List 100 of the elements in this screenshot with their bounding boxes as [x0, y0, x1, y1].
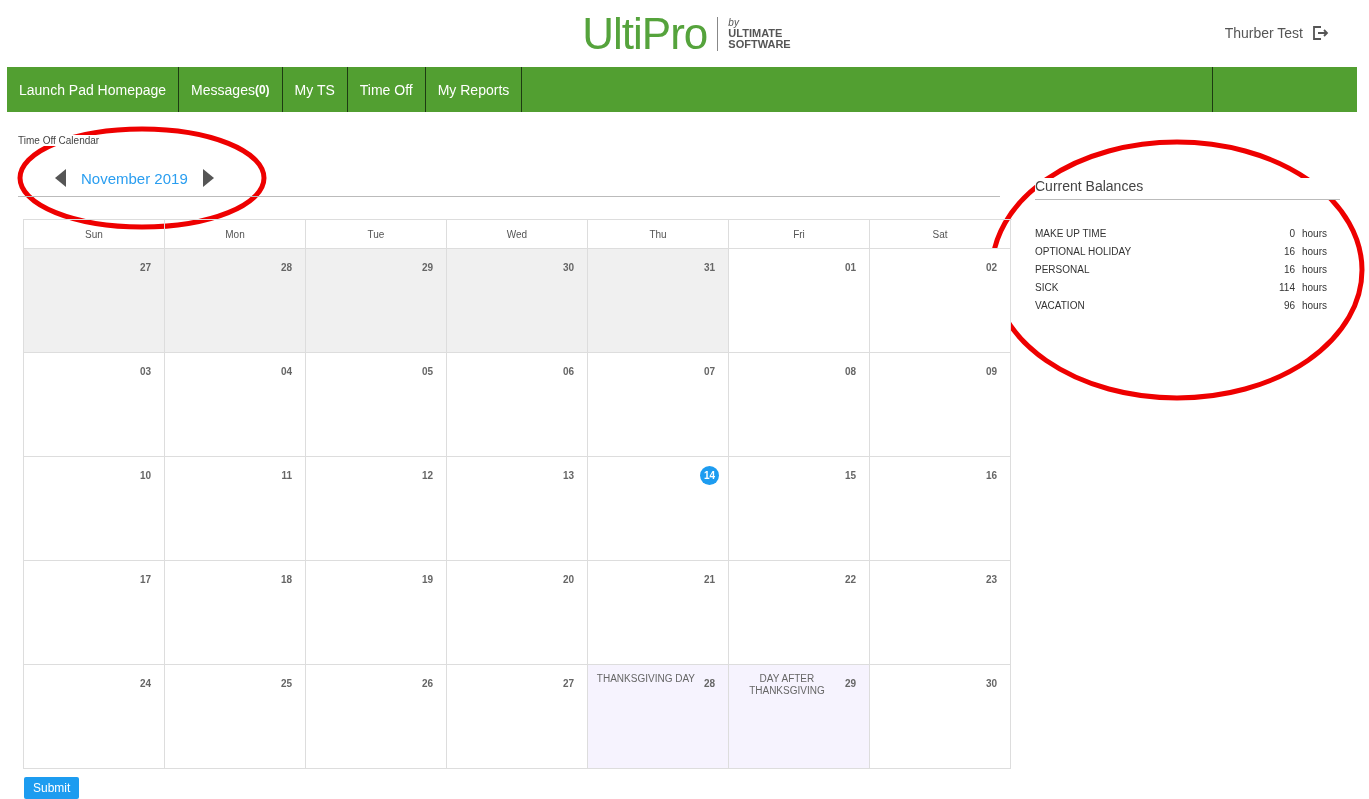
day-cell[interactable]: 03: [24, 353, 165, 457]
day-cell[interactable]: 27: [447, 665, 588, 769]
day-cell[interactable]: 10: [24, 457, 165, 561]
day-number: 11: [281, 470, 292, 482]
day-cell[interactable]: 11: [165, 457, 306, 561]
day-number: 30: [562, 262, 574, 274]
day-number: 17: [139, 574, 151, 586]
nav-link[interactable]: My Reports: [425, 67, 523, 112]
day-number: 02: [985, 262, 997, 274]
nav-link[interactable]: Messages(0): [179, 67, 283, 112]
day-cell[interactable]: 16: [870, 457, 1011, 561]
day-cell[interactable]: 15: [729, 457, 870, 561]
balance-unit: hours: [1302, 299, 1328, 311]
day-number: 19: [421, 574, 433, 586]
day-number: 28: [703, 678, 715, 690]
day-cell[interactable]: 31: [588, 249, 729, 353]
balance-unit: hours: [1302, 263, 1328, 275]
day-cell[interactable]: 14: [588, 457, 729, 561]
day-cell[interactable]: 04: [165, 353, 306, 457]
day-number: 13: [562, 470, 574, 482]
day-number: 16: [985, 470, 997, 482]
next-month-icon[interactable]: [201, 169, 214, 187]
page-title: Time Off Calendar: [18, 135, 100, 146]
day-number: 04: [280, 366, 292, 378]
day-cell[interactable]: 01: [729, 249, 870, 353]
day-number: 10: [139, 470, 151, 482]
day-number: 08: [844, 366, 856, 378]
day-cell[interactable]: 06: [447, 353, 588, 457]
logo-company-line: ULTIMATE: [728, 28, 784, 39]
nav-link[interactable]: Launch Pad Homepage: [7, 67, 180, 112]
day-number: 22: [844, 574, 856, 586]
day-cell[interactable]: 13: [447, 457, 588, 561]
day-cell[interactable]: 17: [24, 561, 165, 665]
logo-company-line: SOFTWARE: [728, 39, 791, 50]
balance-name: PERSONAL: [1035, 263, 1091, 275]
day-number: 31: [703, 262, 715, 274]
day-cell[interactable]: 02: [870, 249, 1011, 353]
day-number: 23: [985, 574, 997, 586]
day-cell[interactable]: DAY AFTER THANKSGIVING 29: [729, 665, 870, 769]
balance-name: SICK: [1035, 281, 1060, 293]
day-number: 24: [139, 678, 151, 690]
month-title: November 2019: [81, 169, 188, 187]
day-cell[interactable]: 29: [306, 249, 447, 353]
day-number: 03: [139, 366, 151, 378]
day-cell[interactable]: 30: [870, 665, 1011, 769]
day-number: 09: [985, 366, 997, 378]
balance-name: VACATION: [1035, 299, 1086, 311]
day-number: 29: [421, 262, 433, 274]
nav-link[interactable]: Time Off: [347, 67, 426, 112]
day-number: 05: [421, 366, 433, 378]
day-cell[interactable]: 12: [306, 457, 447, 561]
day-number: 21: [703, 574, 715, 586]
day-number: 15: [844, 470, 856, 482]
submit-button[interactable]: Submit: [24, 777, 80, 799]
day-number: 27: [562, 678, 574, 690]
holiday-label: DAY AFTER THANKSGIVING: [748, 673, 826, 697]
day-cell[interactable]: 21: [588, 561, 729, 665]
balance-amount: 96: [1282, 299, 1295, 311]
day-number: 01: [844, 262, 856, 274]
day-cell[interactable]: 18: [165, 561, 306, 665]
day-number: 26: [421, 678, 433, 690]
day-number: 28: [280, 262, 292, 274]
day-number: 30: [985, 678, 997, 690]
day-cell[interactable]: 30: [447, 249, 588, 353]
balance-unit: hours: [1302, 281, 1328, 293]
logo-byline: by: [728, 17, 740, 28]
day-cell[interactable]: 20: [447, 561, 588, 665]
day-number: 29: [844, 678, 856, 690]
day-number: 07: [703, 366, 715, 378]
day-number: 25: [280, 678, 292, 690]
user-name[interactable]: Thurber Test: [1224, 25, 1303, 41]
balance-amount: 114: [1278, 281, 1295, 293]
holiday-label: THANKSGIVING DAY: [596, 673, 696, 685]
day-cell[interactable]: 05: [306, 353, 447, 457]
day-cell[interactable]: THANKSGIVING DAY 28: [588, 665, 729, 769]
day-number: 27: [139, 262, 151, 274]
logout-icon[interactable]: [1311, 24, 1329, 42]
balance-unit: hours: [1302, 245, 1328, 257]
day-cell[interactable]: 27: [24, 249, 165, 353]
previous-month-icon[interactable]: [55, 169, 67, 187]
day-number: 06: [562, 366, 574, 378]
balance-amount: 16: [1282, 245, 1295, 257]
balance-name: OPTIONAL HOLIDAY: [1035, 245, 1133, 257]
logo-wordmark: UltiPro: [582, 8, 708, 59]
day-cell[interactable]: 22: [729, 561, 870, 665]
balance-name: MAKE UP TIME: [1035, 227, 1108, 239]
balances-title: Current Balances: [1035, 178, 1340, 200]
day-number: 14: [700, 466, 719, 485]
day-cell[interactable]: 28: [165, 249, 306, 353]
day-cell[interactable]: 25: [165, 665, 306, 769]
day-number: 18: [280, 574, 292, 586]
day-cell[interactable]: 26: [306, 665, 447, 769]
day-cell[interactable]: 09: [870, 353, 1011, 457]
balance-amount: 16: [1282, 263, 1295, 275]
nav-link[interactable]: My TS: [282, 67, 348, 112]
day-cell[interactable]: 08: [729, 353, 870, 457]
day-cell[interactable]: 19: [306, 561, 447, 665]
day-cell[interactable]: 24: [24, 665, 165, 769]
day-cell[interactable]: 07: [588, 353, 729, 457]
day-cell[interactable]: 23: [870, 561, 1011, 665]
